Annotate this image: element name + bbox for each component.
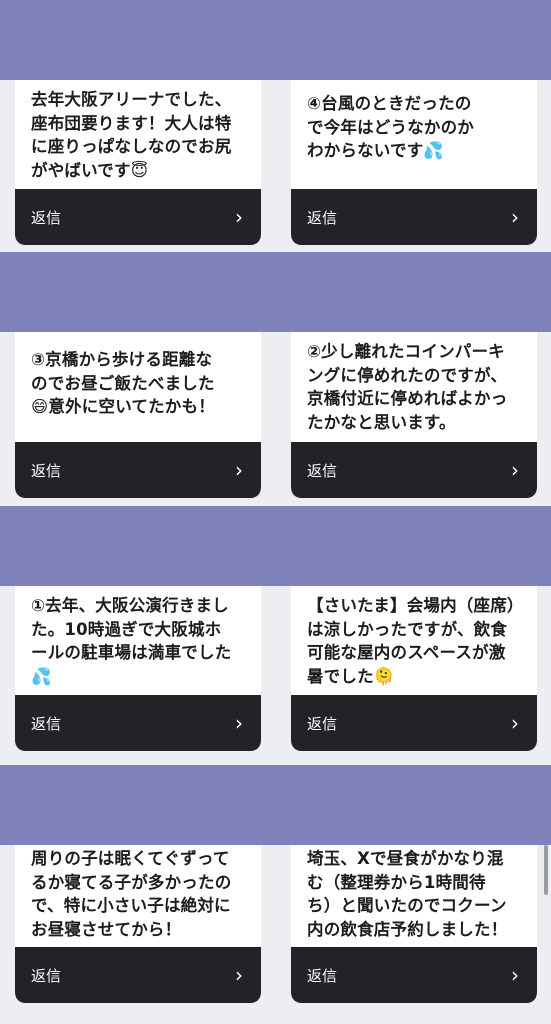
header-band-3 [0,506,551,586]
reply-label: 返信 [31,966,62,985]
reply-label: 返信 [307,461,338,480]
reply-button[interactable]: 返信 › [15,442,261,498]
reply-label: 返信 [31,208,62,227]
reply-button[interactable]: 返信 › [15,947,261,1003]
reply-button[interactable]: 返信 › [291,189,537,245]
reply-button[interactable]: 返信 › [15,189,261,245]
scrollbar-thumb[interactable] [544,845,548,895]
comment-text: 去年大阪アリーナでした、 座布団要ります！大人は特 に座りっぱなしなのでお尻 が… [31,90,232,180]
reply-button[interactable]: 返信 › [15,695,261,751]
reply-label: 返信 [307,966,338,985]
header-band-4 [0,765,551,845]
chevron-right-icon: › [511,458,519,482]
chevron-right-icon: › [511,963,519,987]
comment-text: ③京橋から歩ける距離な のでお昼ご飯たべました 😄意外に空いてたかも！ [31,350,215,416]
chevron-right-icon: › [235,963,243,987]
comment-text: 周りの子は眠くてぐずって るか寝てる子が多かったの で、特に小さい子は絶対に お… [31,849,232,939]
reply-label: 返信 [31,461,62,480]
reply-button[interactable]: 返信 › [291,947,537,1003]
reply-label: 返信 [307,714,338,733]
chevron-right-icon: › [511,711,519,735]
comment-text: ①去年、大阪公演行きまし た。10時過ぎで大阪城ホ ールの駐車場は満車でした 💦 [31,596,232,686]
comment-text: 【さいたま】会場内（座席） は涼しかったですが、飲食 可能な屋内のスペースが激 … [307,596,524,686]
comment-text: ②少し離れたコインパーキ ングに停めれたのですが、 京橋付近に停めればよかっ た… [307,342,508,432]
comment-text: 埼玉、Xで昼食がかなり混 む（整理券から1時間待 ち）と聞いたのでコクーン 内の… [307,849,508,939]
chevron-right-icon: › [511,205,519,229]
reply-label: 返信 [307,208,338,227]
header-band-2 [0,252,551,332]
reply-button[interactable]: 返信 › [291,695,537,751]
chevron-right-icon: › [235,205,243,229]
chevron-right-icon: › [235,458,243,482]
comment-text: ④台風のときだったの で今年はどうなかのか わからないです💦 [307,94,474,160]
chevron-right-icon: › [235,711,243,735]
reply-button[interactable]: 返信 › [291,442,537,498]
header-band-1 [0,0,551,80]
reply-label: 返信 [31,714,62,733]
